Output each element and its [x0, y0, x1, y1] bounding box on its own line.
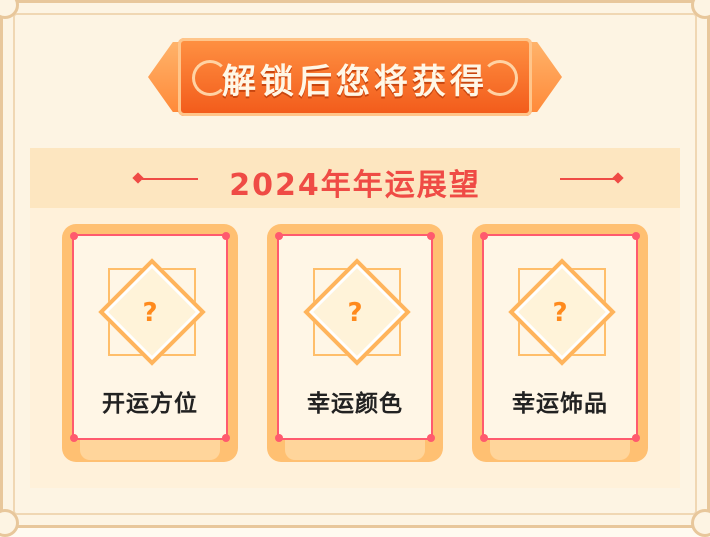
banner-title: 解锁后您将获得 — [222, 62, 488, 102]
card-base — [490, 438, 630, 460]
card-corner-dot — [275, 434, 283, 442]
card-corner-dot — [222, 434, 230, 442]
card-corner-dot — [222, 232, 230, 240]
card-lucky-accessory[interactable]: ? 幸运饰品 — [472, 224, 648, 462]
card-lucky-color[interactable]: ? 幸运颜色 — [267, 224, 443, 462]
unlock-banner: 解锁后您将获得 — [148, 38, 562, 116]
card-label: 开运方位 — [102, 391, 198, 417]
card-face: ? 开运方位 — [70, 232, 230, 442]
question-mark-icon: ? — [347, 298, 363, 328]
card-lucky-direction[interactable]: ? 开运方位 — [62, 224, 238, 462]
section-title: 2024年年运展望 — [229, 168, 481, 203]
frame-corner-ornament — [691, 509, 710, 537]
card-corner-dot — [70, 232, 78, 240]
card-label: 幸运颜色 — [307, 391, 403, 417]
card-base — [80, 438, 220, 460]
card-corner-dot — [632, 434, 640, 442]
question-mark-icon: ? — [552, 298, 568, 328]
card-corner-dot — [275, 232, 283, 240]
card-corner-dot — [70, 434, 78, 442]
decor-line — [560, 178, 616, 180]
card-face: ? 幸运颜色 — [275, 232, 435, 442]
card-corner-dot — [480, 232, 488, 240]
question-mark-icon: ? — [142, 298, 158, 328]
card-corner-dot — [427, 232, 435, 240]
card-corner-dot — [632, 232, 640, 240]
card-corner-dot — [427, 434, 435, 442]
section-header: 2024年年运展望 — [30, 148, 680, 208]
card-base — [285, 438, 425, 460]
card-corner-dot — [480, 434, 488, 442]
card-face: ? 幸运饰品 — [480, 232, 640, 442]
card-label: 幸运饰品 — [512, 391, 608, 417]
